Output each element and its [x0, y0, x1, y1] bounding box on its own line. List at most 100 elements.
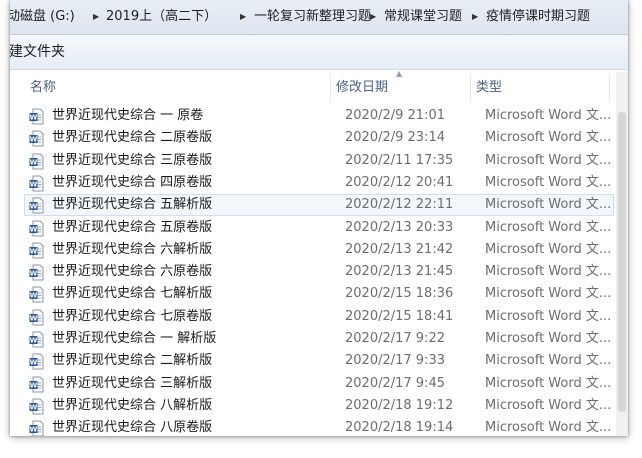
file-modified-date: 2020/2/9 21:01 — [345, 108, 445, 123]
file-row[interactable]: W 世界近现代史综合 一 解析版 2020/2/17 9:22 Microsoft W… — [24, 328, 614, 350]
svg-text:W: W — [30, 158, 38, 166]
file-row[interactable]: W 世界近现代史综合 七原卷版 2020/2/15 18:41 Microsoft W… — [24, 306, 614, 328]
file-row[interactable]: W 世界近现代史综合 八原卷版 2020/2/18 19:14 Microsoft W… — [24, 417, 614, 436]
file-type: Microsoft Word 文... — [485, 130, 612, 146]
file-name: 世界近现代史综合 二解析版 — [52, 353, 213, 369]
file-modified-date: 2020/2/13 20:33 — [345, 219, 454, 235]
file-type: Microsoft Word 文... — [485, 353, 612, 369]
sort-ascending-icon: ▲ — [396, 69, 403, 78]
file-name: 世界近现代史综合 三原卷版 — [52, 152, 213, 168]
file-type: Microsoft Word 文... — [485, 174, 612, 190]
file-type: Microsoft Word 文... — [485, 152, 612, 168]
word-document-icon: W — [29, 108, 44, 125]
word-document-icon: W — [29, 353, 44, 370]
word-document-icon: W — [29, 420, 44, 436]
file-name: 世界近现代史综合 六解析版 — [52, 241, 213, 257]
breadcrumb-item-semester[interactable]: 2019上（高二下） — [106, 9, 217, 25]
column-divider[interactable] — [609, 74, 610, 102]
column-header-date[interactable]: 修改日期 — [336, 80, 388, 96]
file-modified-date: 2020/2/9 23:14 — [345, 130, 445, 146]
file-row[interactable]: W 世界近现代史综合 六原卷版 2020/2/13 21:45 Microsoft W… — [24, 261, 614, 283]
breadcrumb-item-drive[interactable]: 移动磁盘 (G:) — [10, 9, 75, 25]
file-type: Microsoft Word 文... — [485, 286, 612, 302]
breadcrumb-item-classwork[interactable]: 常规课堂习题 — [384, 9, 462, 25]
explorer-window: 移动磁盘 (G:) ▶ 2019上（高二下） ▶ 一轮复习新整理习题 ▶ 常规课… — [10, 0, 628, 436]
file-modified-date: 2020/2/12 22:11 — [345, 197, 454, 213]
column-divider[interactable] — [330, 74, 331, 102]
column-header-type[interactable]: 类型 — [476, 80, 502, 96]
svg-text:W: W — [30, 180, 38, 188]
file-row[interactable]: W 世界近现代史综合 一 原卷 2020/2/9 21:01 Microsoft Wo… — [24, 105, 614, 127]
svg-text:W: W — [30, 270, 38, 278]
column-header-name[interactable]: 名称 — [30, 80, 56, 96]
file-name: 世界近现代史综合 七原卷版 — [52, 308, 213, 324]
svg-text:W: W — [30, 114, 38, 122]
command-bar: 新建文件夹 — [10, 35, 628, 70]
file-type: Microsoft Word 文... — [485, 264, 612, 280]
file-modified-date: 2020/2/13 21:45 — [345, 264, 454, 280]
file-row[interactable]: W 世界近现代史综合 五解析版 2020/2/12 22:11 Microsoft W… — [24, 194, 614, 217]
vertical-scrollbar[interactable] — [616, 72, 628, 436]
file-type: Microsoft Word 文... — [485, 375, 612, 391]
breadcrumb-separator-icon[interactable]: ▶ — [93, 12, 99, 21]
breadcrumb-separator-icon[interactable]: ▶ — [240, 12, 246, 21]
file-row[interactable]: W 世界近现代史综合 六解析版 2020/2/13 21:42 Microsoft W… — [24, 239, 614, 261]
scrollbar-thumb[interactable] — [618, 112, 626, 412]
file-row[interactable]: W 世界近现代史综合 三原卷版 2020/2/11 17:35 Microsoft W… — [24, 150, 614, 172]
file-modified-date: 2020/2/17 9:45 — [345, 375, 445, 391]
file-type: Microsoft Word 文... — [485, 108, 612, 123]
svg-text:W: W — [30, 225, 38, 233]
file-row[interactable]: W 世界近现代史综合 八解析版 2020/2/18 19:12 Microsoft W… — [24, 395, 614, 417]
address-bar[interactable]: 移动磁盘 (G:) ▶ 2019上（高二下） ▶ 一轮复习新整理习题 ▶ 常规课… — [10, 0, 628, 35]
file-modified-date: 2020/2/12 20:41 — [345, 174, 454, 190]
new-folder-button[interactable]: 新建文件夹 — [10, 43, 65, 61]
file-name: 世界近现代史综合 七解析版 — [52, 286, 213, 302]
svg-text:W: W — [30, 359, 38, 367]
word-document-icon: W — [29, 153, 44, 170]
file-row[interactable]: W 世界近现代史综合 七解析版 2020/2/15 18:36 Microsoft W… — [24, 283, 614, 305]
word-document-icon: W — [29, 331, 44, 348]
file-row[interactable]: W 世界近现代史综合 二解析版 2020/2/17 9:33 Microsoft Wo… — [24, 350, 614, 372]
file-type: Microsoft Word 文... — [485, 241, 612, 257]
file-modified-date: 2020/2/18 19:12 — [345, 397, 454, 413]
file-type: Microsoft Word 文... — [485, 331, 612, 346]
file-name: 世界近现代史综合 一 解析版 — [52, 331, 217, 346]
word-document-icon: W — [29, 309, 44, 326]
file-modified-date: 2020/2/18 19:14 — [345, 420, 454, 436]
word-document-icon: W — [29, 175, 44, 192]
svg-text:W: W — [30, 292, 38, 300]
file-name: 世界近现代史综合 六原卷版 — [52, 264, 213, 280]
file-row[interactable]: W 世界近现代史综合 四原卷版 2020/2/12 20:41 Microsoft W… — [24, 172, 614, 194]
file-name: 世界近现代史综合 八解析版 — [52, 397, 213, 413]
svg-text:W: W — [30, 381, 38, 389]
file-row[interactable]: W 世界近现代史综合 二原卷版 2020/2/9 23:14 Microsoft Wo… — [24, 127, 614, 149]
column-divider[interactable] — [470, 74, 471, 102]
file-row[interactable]: W 世界近现代史综合 三解析版 2020/2/17 9:45 Microsoft Wo… — [24, 373, 614, 395]
svg-text:W: W — [30, 403, 38, 411]
file-name: 世界近现代史综合 五解析版 — [52, 197, 213, 213]
svg-text:W: W — [30, 337, 38, 345]
breadcrumb-item-review[interactable]: 一轮复习新整理习题 — [254, 9, 371, 25]
word-document-icon: W — [29, 197, 44, 214]
svg-text:W: W — [30, 314, 38, 322]
file-type: Microsoft Word 文... — [485, 308, 612, 324]
file-modified-date: 2020/2/17 9:33 — [345, 353, 445, 369]
svg-text:W: W — [30, 426, 38, 434]
file-name: 世界近现代史综合 五原卷版 — [52, 219, 213, 235]
column-header-row: 名称 ▲ 修改日期 类型 — [10, 69, 628, 104]
breadcrumb-separator-icon[interactable]: ▶ — [370, 12, 376, 21]
file-name: 世界近现代史综合 三解析版 — [52, 375, 213, 391]
file-type: Microsoft Word 文... — [485, 197, 612, 213]
word-document-icon: W — [29, 242, 44, 259]
svg-text:W: W — [30, 247, 38, 255]
file-modified-date: 2020/2/11 17:35 — [345, 152, 454, 168]
file-row[interactable]: W 世界近现代史综合 五原卷版 2020/2/13 20:33 Microsoft W… — [24, 217, 614, 239]
word-document-icon: W — [29, 130, 44, 147]
word-document-icon: W — [29, 376, 44, 393]
file-type: Microsoft Word 文... — [485, 219, 612, 235]
file-modified-date: 2020/2/17 9:22 — [345, 331, 445, 346]
breadcrumb-item-current-folder[interactable]: 疫情停课时期习题 — [486, 9, 590, 25]
breadcrumb-separator-icon[interactable]: ▶ — [472, 12, 478, 21]
file-modified-date: 2020/2/15 18:41 — [345, 308, 454, 324]
svg-text:W: W — [30, 203, 38, 211]
